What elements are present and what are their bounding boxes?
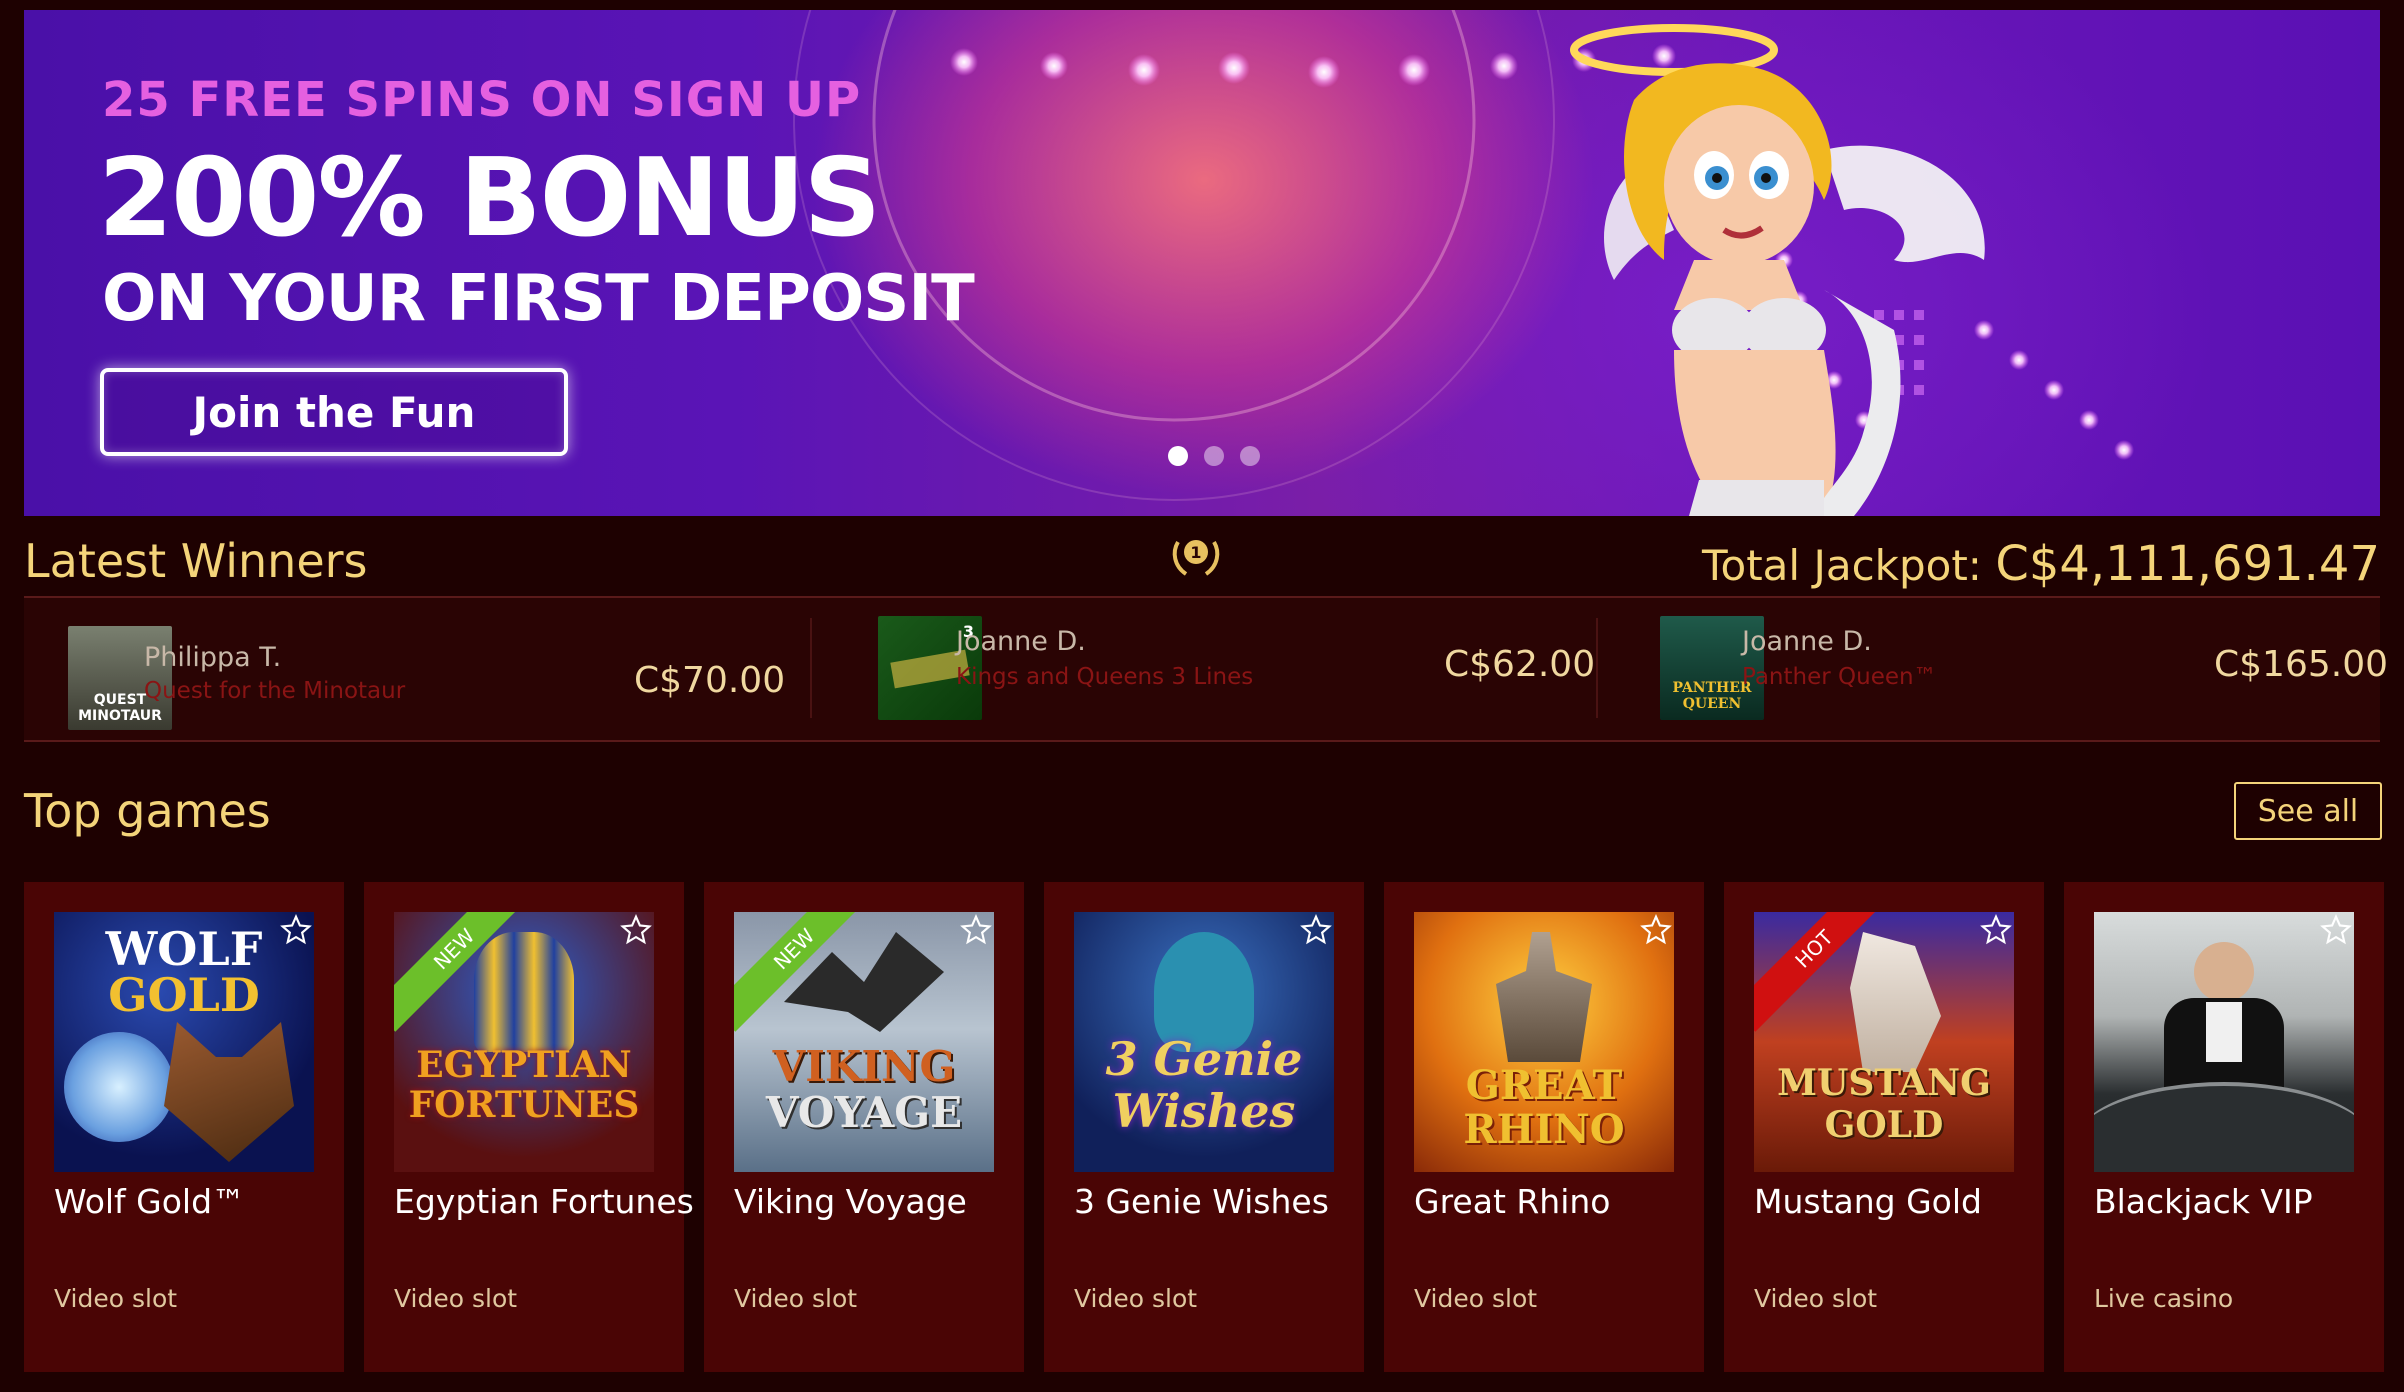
winner-item[interactable]: PANTHER QUEEN Joanne D. Panther Queen™ C… xyxy=(1598,598,2388,740)
winner-name: Joanne D. xyxy=(1742,626,1872,657)
carousel-dot-3[interactable] xyxy=(1240,446,1260,466)
jackpot-amount: C$4,111,691.47 xyxy=(1995,536,2380,592)
favorite-star-icon[interactable] xyxy=(1640,914,1672,946)
winner-name: Philippa T. xyxy=(144,642,282,673)
hero-title-line2: ON YOUR FIRST DEPOSIT xyxy=(102,262,975,336)
game-thumbnail[interactable]: EGYPTIAN FORTUNES NEW xyxy=(394,912,654,1172)
favorite-star-icon[interactable] xyxy=(620,914,652,946)
winner-prize: C$62.00 xyxy=(1444,644,1596,685)
jackpot-label: Total Jackpot: xyxy=(1702,541,1982,590)
see-all-button[interactable]: See all xyxy=(2234,782,2382,840)
game-thumbnail[interactable]: GREAT RHINO xyxy=(1414,912,1674,1172)
game-category: Live casino xyxy=(2094,1284,2234,1313)
winner-prize: C$70.00 xyxy=(634,660,786,701)
game-card-wolf-gold[interactable]: WOLF GOLD Wolf Gold™ Video slot xyxy=(24,882,344,1372)
game-title[interactable]: Blackjack VIP xyxy=(2094,1182,2313,1221)
game-card-viking-voyage[interactable]: VIKING VOYAGE NEW Viking Voyage Video sl… xyxy=(704,882,1024,1372)
game-thumbnail[interactable]: 3 Genie Wishes xyxy=(1074,912,1334,1172)
hero-title: 200% BONUS xyxy=(98,136,881,261)
game-title[interactable]: Mustang Gold xyxy=(1754,1182,1982,1221)
game-card-egyptian-fortunes[interactable]: EGYPTIAN FORTUNES NEW Egyptian Fortunes … xyxy=(364,882,694,1372)
winners-strip: QUEST MINOTAUR Philippa T. Quest for the… xyxy=(24,596,2388,742)
game-thumbnail[interactable]: MUSTANG GOLD HOT xyxy=(1754,912,2014,1172)
game-category: Video slot xyxy=(394,1284,518,1313)
game-card-mustang-gold[interactable]: MUSTANG GOLD HOT Mustang Gold Video slot xyxy=(1724,882,2044,1372)
game-category: Video slot xyxy=(1414,1284,1538,1313)
game-card-great-rhino[interactable]: GREAT RHINO Great Rhino Video slot xyxy=(1384,882,1704,1372)
winner-game-link[interactable]: Quest for the Minotaur xyxy=(144,678,405,704)
winner-item[interactable]: QUEST MINOTAUR Philippa T. Quest for the… xyxy=(24,598,810,740)
svg-text:1: 1 xyxy=(1190,543,1201,562)
favorite-star-icon[interactable] xyxy=(960,914,992,946)
game-card-blackjack-vip[interactable]: Blackjack VIP Live casino xyxy=(2064,882,2384,1372)
game-thumbnail[interactable]: WOLF GOLD xyxy=(54,912,314,1172)
latest-winners-heading: Latest Winners xyxy=(24,534,368,588)
page: 25 FREE SPINS ON SIGN UP 200% BONUS ON Y… xyxy=(0,0,2404,1392)
carousel-dots xyxy=(1168,446,1260,466)
game-thumbnail[interactable] xyxy=(2094,912,2354,1172)
game-card-3-genie-wishes[interactable]: 3 Genie Wishes 3 Genie Wishes Video slot xyxy=(1044,882,1364,1372)
game-thumbnail[interactable]: VIKING VOYAGE NEW xyxy=(734,912,994,1172)
carousel-dot-2[interactable] xyxy=(1204,446,1224,466)
carousel-dot-1[interactable] xyxy=(1168,446,1188,466)
game-title[interactable]: Viking Voyage xyxy=(734,1182,967,1221)
top-games-heading: Top games xyxy=(24,784,271,838)
winner-game-link[interactable]: Kings and Queens 3 Lines xyxy=(956,664,1253,690)
total-jackpot: Total Jackpot: C$4,111,691.47 xyxy=(1702,536,2380,592)
game-category: Video slot xyxy=(734,1284,858,1313)
favorite-star-icon[interactable] xyxy=(1980,914,2012,946)
hero-subtitle: 25 FREE SPINS ON SIGN UP xyxy=(102,72,862,128)
winner-name: Joanne D. xyxy=(956,626,1086,657)
game-title[interactable]: Wolf Gold™ xyxy=(54,1182,245,1221)
hero-banner[interactable]: 25 FREE SPINS ON SIGN UP 200% BONUS ON Y… xyxy=(24,10,2380,516)
favorite-star-icon[interactable] xyxy=(280,914,312,946)
winner-item[interactable]: 3 Joanne D. Kings and Queens 3 Lines C$6… xyxy=(812,598,1598,740)
game-title[interactable]: Egyptian Fortunes xyxy=(394,1182,694,1221)
game-category: Video slot xyxy=(1074,1284,1198,1313)
favorite-star-icon[interactable] xyxy=(2320,914,2352,946)
game-category: Video slot xyxy=(1754,1284,1878,1313)
game-title[interactable]: Great Rhino xyxy=(1414,1182,1611,1221)
winner-game-link[interactable]: Panther Queen™ xyxy=(1742,664,1937,690)
angel-mascot-image xyxy=(1570,24,1985,516)
winner-prize: C$165.00 xyxy=(2214,644,2389,685)
favorite-star-icon[interactable] xyxy=(1300,914,1332,946)
join-the-fun-button[interactable]: Join the Fun xyxy=(100,368,568,456)
game-title[interactable]: 3 Genie Wishes xyxy=(1074,1182,1329,1221)
laurel-icon: 1 xyxy=(1172,540,1220,576)
game-category: Video slot xyxy=(54,1284,178,1313)
